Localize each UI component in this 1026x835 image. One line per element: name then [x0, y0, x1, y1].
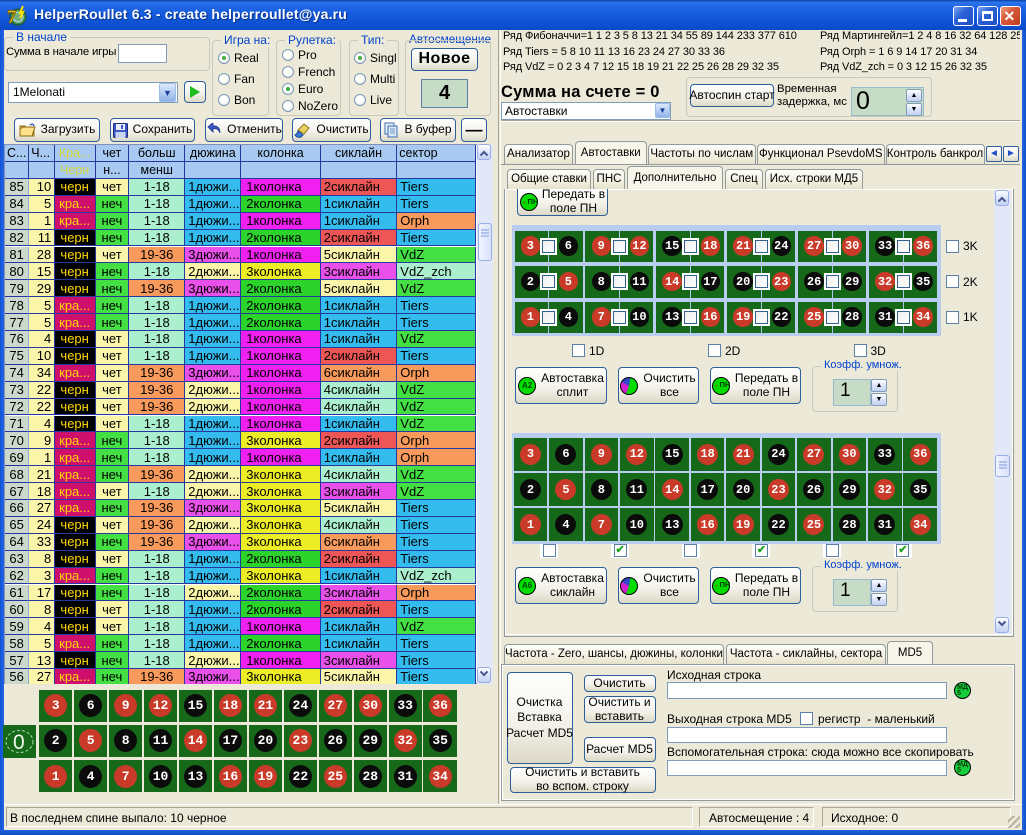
svg-text:7: 7 [7, 7, 17, 27]
svg-text:0: 0 [13, 731, 25, 754]
